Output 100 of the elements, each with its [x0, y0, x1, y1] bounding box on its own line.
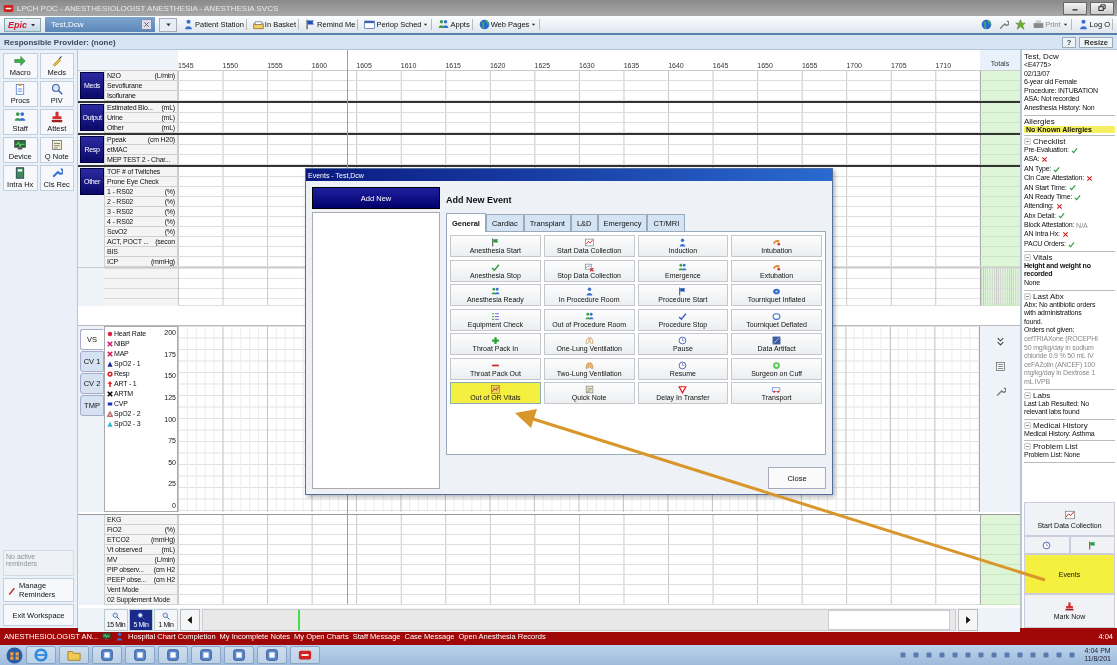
totals-cell [980, 585, 1020, 595]
triangle-icon [678, 385, 688, 394]
clipboard-icon [14, 83, 27, 95]
app-icon [232, 648, 246, 662]
folder-icon [67, 648, 81, 662]
globe-icon[interactable] [981, 19, 993, 30]
lungs-icon [584, 336, 594, 345]
totals-cell [980, 575, 1020, 585]
restore-icon [1097, 3, 1107, 13]
person-icon [678, 238, 688, 247]
search-icon [137, 612, 145, 620]
printer-icon [1033, 19, 1045, 30]
section-title: Medical History [1033, 420, 1088, 430]
section-title: Vitals [1033, 252, 1053, 262]
totals-cell [980, 525, 1020, 535]
list-icon[interactable] [994, 361, 1006, 372]
epic-menu-button[interactable]: Epic [4, 17, 41, 32]
flag-icon [305, 19, 317, 30]
scroll-left-button[interactable] [180, 609, 200, 631]
totals-cell [980, 237, 1020, 247]
person-icon [183, 19, 194, 30]
search-icon [112, 612, 120, 620]
icon-button[interactable] [1024, 536, 1070, 554]
totals-cell [980, 207, 1020, 217]
stamp-icon [50, 111, 63, 123]
monitor-icon[interactable] [102, 632, 112, 641]
note-icon [584, 385, 594, 394]
totals-cell [980, 177, 1020, 187]
totals-cell [980, 135, 1020, 145]
collapse-icon[interactable] [1024, 391, 1031, 399]
start-icon[interactable] [6, 646, 23, 664]
taskbar-button[interactable] [125, 646, 155, 664]
close-icon [142, 20, 151, 29]
chart-icon [490, 385, 500, 394]
section-title: Last Abx [1033, 291, 1064, 301]
collapse-icon[interactable] [1024, 253, 1031, 261]
section-title: Labs [1033, 390, 1051, 400]
taskbar-button[interactable] [290, 646, 320, 664]
icon-button[interactable] [1069, 536, 1115, 554]
collapse-icon[interactable] [1024, 443, 1031, 451]
person-icon [1077, 19, 1089, 30]
dialog-heading: Add New Event [446, 194, 513, 207]
totals-cell [980, 71, 1020, 81]
totals-cell [980, 257, 1020, 267]
taskbar-button[interactable] [59, 646, 89, 664]
totals-cell [980, 227, 1020, 237]
caret-icon [530, 21, 538, 28]
flag-icon [678, 287, 688, 296]
taskbar-button[interactable] [191, 646, 221, 664]
plus-icon [490, 336, 500, 345]
collapse-icon[interactable] [1024, 292, 1031, 300]
people-icon [14, 111, 27, 123]
app-icon [199, 648, 213, 662]
circle-icon [772, 360, 782, 370]
totals-cell [980, 217, 1020, 227]
totals-cell [980, 515, 1020, 525]
caret-icon [163, 20, 173, 29]
app-icon [133, 648, 147, 662]
collapse-icon[interactable] [1024, 421, 1031, 429]
clock-icon [1042, 540, 1052, 550]
collapse-icon[interactable] [1024, 137, 1031, 145]
tab-list-button[interactable] [159, 17, 177, 32]
section-title: Checklist [1033, 136, 1066, 146]
star-icon[interactable] [1015, 19, 1027, 30]
lungs-icon [584, 360, 594, 370]
taskbar-button[interactable] [257, 646, 287, 664]
app-icon [265, 648, 279, 662]
taskbar-button[interactable] [224, 646, 254, 664]
chart-cross-icon [584, 262, 594, 272]
section-title: Allergies [1024, 116, 1055, 126]
calendar-icon [364, 19, 376, 30]
scroll-thumb[interactable] [828, 610, 950, 630]
picture-icon [772, 336, 782, 345]
chart-icon [1064, 509, 1075, 520]
double-chevron-icon[interactable] [994, 336, 1006, 347]
chart-icon [584, 238, 594, 247]
vehicle-icon [772, 385, 782, 394]
checklist-icon [490, 311, 500, 321]
person-icon [584, 287, 594, 296]
taskbar-button[interactable] [158, 646, 188, 664]
restore-button[interactable] [1090, 1, 1114, 15]
caret-icon [1061, 21, 1069, 28]
right-arrow-icon [963, 615, 973, 625]
scroll-right-button[interactable] [958, 609, 978, 631]
clock-icon [678, 336, 688, 345]
flag-icon [1087, 540, 1097, 550]
totals-cell [980, 123, 1020, 133]
minimize-button[interactable] [1063, 1, 1087, 15]
app-icon [166, 648, 180, 662]
search-icon [50, 83, 63, 95]
close-tab-button[interactable] [141, 19, 152, 30]
browser-icon [34, 648, 48, 662]
taskbar-button[interactable] [92, 646, 122, 664]
totals-cell [980, 268, 1020, 306]
totals-cell [980, 103, 1020, 113]
totals-cell [980, 535, 1020, 545]
patient-name: Test, Dcw [1024, 52, 1060, 61]
totals-cell [980, 247, 1020, 257]
book-icon [14, 167, 27, 179]
taskbar-button[interactable] [26, 646, 56, 664]
